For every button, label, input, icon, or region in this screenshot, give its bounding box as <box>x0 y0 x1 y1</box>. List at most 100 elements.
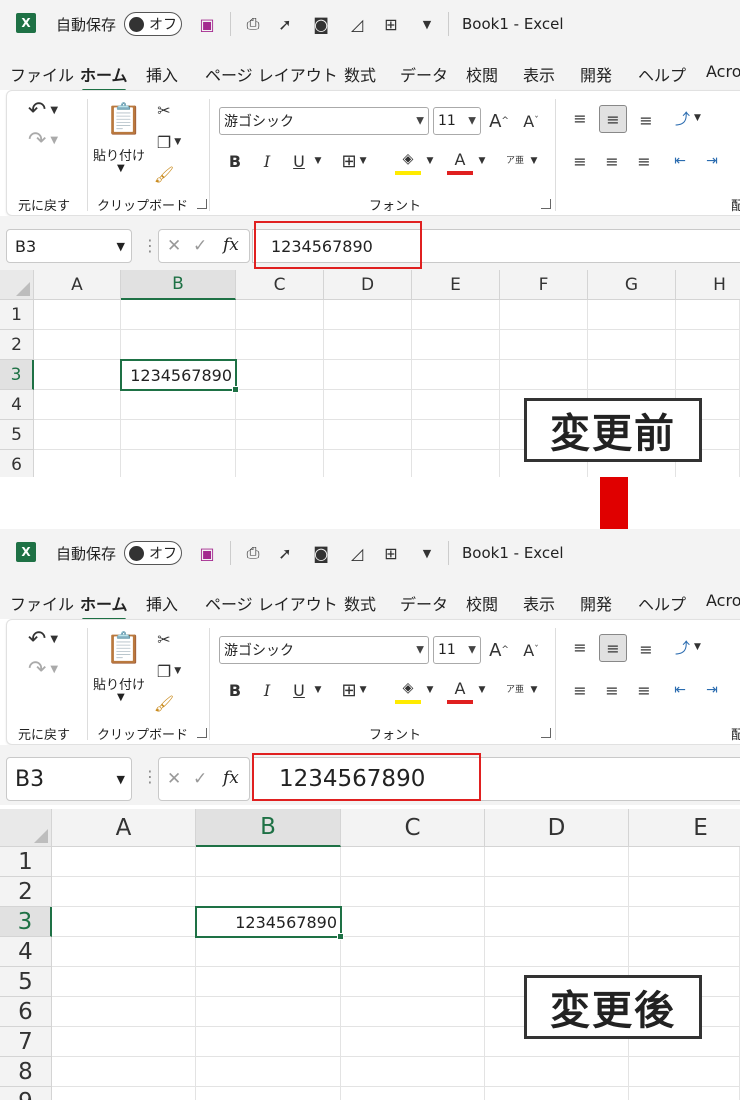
row-header[interactable]: 4 <box>0 937 52 967</box>
grid-cell[interactable] <box>236 450 324 477</box>
grid-cell[interactable] <box>34 300 121 330</box>
align-bottom-icon[interactable]: ≡ <box>635 109 657 131</box>
align-top-icon[interactable]: ≡ <box>569 107 591 129</box>
row-header[interactable]: 2 <box>0 877 52 907</box>
tab-page-layout[interactable]: ページ レイアウト <box>205 591 338 615</box>
bold-button[interactable]: B <box>225 149 245 173</box>
grid-cell[interactable] <box>236 390 324 420</box>
grid-cell[interactable] <box>500 360 588 390</box>
phonetic-icon[interactable]: ア亜 <box>503 147 527 175</box>
tab-file[interactable]: ファイル <box>10 62 74 86</box>
pointer-icon[interactable]: ➚ <box>274 14 296 34</box>
copy-icon[interactable]: ❐ ▼ <box>153 131 185 153</box>
phonetic-icon[interactable]: ア亜 <box>503 676 527 704</box>
grid-cell[interactable] <box>196 967 341 997</box>
borders-icon[interactable]: ⊞ ▼ <box>339 678 369 702</box>
grid-cell[interactable] <box>34 360 121 390</box>
cancel-icon[interactable]: ✕ <box>167 236 181 256</box>
column-header[interactable]: A <box>52 809 196 847</box>
fx-icon[interactable]: fx <box>223 768 239 788</box>
column-header[interactable]: A <box>34 270 121 300</box>
row-header[interactable]: 5 <box>0 420 34 450</box>
align-center-icon[interactable]: ≡ <box>601 678 623 702</box>
column-header[interactable]: B <box>196 809 341 847</box>
align-center-icon[interactable]: ≡ <box>601 149 623 173</box>
grid-cell[interactable] <box>34 420 121 450</box>
grid-cell[interactable] <box>629 907 740 937</box>
row-header[interactable]: 3 <box>0 907 52 937</box>
active-cell-b3[interactable]: 1234567890 <box>195 906 344 940</box>
save-icon[interactable]: ▣ <box>196 543 218 563</box>
row-header[interactable]: 1 <box>0 300 34 330</box>
grid-cell[interactable] <box>121 330 236 360</box>
row-header[interactable]: 5 <box>0 967 52 997</box>
active-cell-b3[interactable]: 1234567890 <box>120 359 239 393</box>
enter-icon[interactable]: ✓ <box>193 236 207 256</box>
grid-cell[interactable] <box>485 937 629 967</box>
grid-cell[interactable] <box>324 360 412 390</box>
grid-cell[interactable] <box>324 390 412 420</box>
paste-icon[interactable]: 📋 <box>103 99 145 139</box>
select-all-button[interactable] <box>0 809 52 847</box>
underline-button[interactable]: U <box>289 678 309 702</box>
draw-border-icon[interactable]: ◿ <box>346 14 368 34</box>
column-header[interactable]: E <box>412 270 500 300</box>
grid-cell[interactable] <box>412 360 500 390</box>
grid-cell[interactable] <box>341 877 485 907</box>
decrease-indent-icon[interactable]: ⇤ <box>669 678 691 702</box>
decrease-font-icon[interactable]: Aˇ <box>519 636 543 664</box>
grid-cell[interactable] <box>485 847 629 877</box>
column-header[interactable]: C <box>341 809 485 847</box>
column-header[interactable]: D <box>485 809 629 847</box>
cancel-icon[interactable]: ✕ <box>167 769 181 789</box>
enter-icon[interactable]: ✓ <box>193 769 207 789</box>
grid-cell[interactable] <box>34 450 121 477</box>
grid-cell[interactable] <box>485 877 629 907</box>
row-header[interactable]: 7 <box>0 1027 52 1057</box>
font-color-icon[interactable]: A <box>447 676 473 704</box>
font-color-icon[interactable]: A <box>447 147 473 175</box>
tab-formulas[interactable]: 数式 <box>344 62 376 86</box>
grid-cell[interactable] <box>196 1057 341 1087</box>
column-header[interactable]: B <box>121 270 236 300</box>
orientation-icon[interactable]: ⤴ ▼ <box>669 636 707 658</box>
decrease-indent-icon[interactable]: ⇤ <box>669 149 691 173</box>
tab-formulas[interactable]: 数式 <box>344 591 376 615</box>
grid-cell[interactable] <box>629 847 740 877</box>
tab-insert[interactable]: 挿入 <box>146 62 178 86</box>
name-box[interactable]: B3 ▼ <box>6 757 132 801</box>
autosave-toggle[interactable]: オフ <box>124 12 182 36</box>
dialog-launcher-icon[interactable] <box>197 199 207 209</box>
grid-cell[interactable] <box>196 847 341 877</box>
row-header[interactable]: 9 <box>0 1087 52 1100</box>
grid-cell[interactable] <box>676 360 740 390</box>
undo-icon[interactable]: ↶ ▼ <box>23 626 63 652</box>
grid-cell[interactable] <box>236 360 324 390</box>
tab-developer[interactable]: 開発 <box>580 62 612 86</box>
tab-home[interactable]: ホーム <box>80 62 128 92</box>
tab-help[interactable]: ヘルプ <box>638 62 686 86</box>
grid-icon[interactable]: ⊞ <box>380 14 402 34</box>
column-header[interactable]: H <box>676 270 740 300</box>
increase-indent-icon[interactable]: ⇥ <box>701 149 723 173</box>
tab-home[interactable]: ホーム <box>80 591 128 621</box>
grid-cell[interactable] <box>341 1087 485 1100</box>
camera-icon[interactable]: ◙ <box>310 14 332 34</box>
borders-icon[interactable]: ⊞ ▼ <box>339 149 369 173</box>
grid-cell[interactable] <box>341 1057 485 1087</box>
row-header[interactable]: 4 <box>0 390 34 420</box>
tab-acrobat[interactable]: Acro <box>706 62 740 81</box>
grid-cell[interactable] <box>412 300 500 330</box>
tab-view[interactable]: 表示 <box>523 591 555 615</box>
grid-cell[interactable] <box>629 877 740 907</box>
grid-cell[interactable] <box>236 330 324 360</box>
grid-cell[interactable] <box>629 1057 740 1087</box>
row-header[interactable]: 1 <box>0 847 52 877</box>
underline-button[interactable]: U <box>289 149 309 173</box>
tab-review[interactable]: 校閲 <box>466 591 498 615</box>
grid-cell[interactable] <box>52 847 196 877</box>
grid-cell[interactable] <box>196 937 341 967</box>
tab-acrobat[interactable]: Acro <box>706 591 740 610</box>
font-name-select[interactable]: 游ゴシック ▼ <box>219 636 429 664</box>
grid-cell[interactable] <box>485 907 629 937</box>
